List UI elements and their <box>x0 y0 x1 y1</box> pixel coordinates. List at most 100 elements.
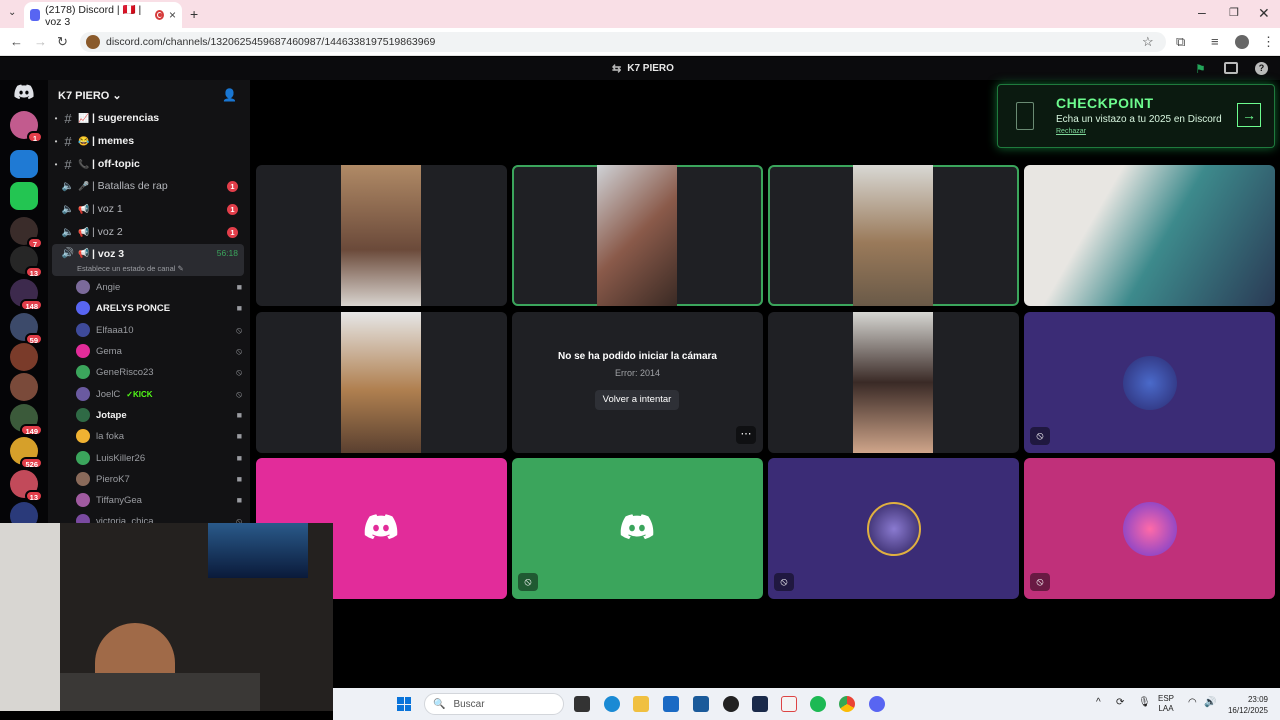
channel-item[interactable]: • # 😂 | memes <box>52 131 244 151</box>
banner-dismiss-link[interactable]: Rechazar <box>1056 128 1086 135</box>
voice-user[interactable]: JoelC ✓KICK ⦸ <box>76 384 242 404</box>
voice-tile[interactable]: ⦸ <box>512 458 763 599</box>
channel-item[interactable]: • # 📈 | sugerencias <box>52 108 244 128</box>
channel-emoji: 📈 <box>78 112 90 123</box>
server-icon[interactable] <box>10 182 38 210</box>
voice-user[interactable]: Elfaaa10 ⦸ <box>76 320 242 340</box>
chrome-icon[interactable] <box>839 696 855 712</box>
voice-user[interactable]: LuisKiller26 ■ <box>76 448 242 468</box>
inbox-icon[interactable] <box>1224 62 1238 74</box>
tray-chevron-up-icon[interactable]: ^ <box>1096 697 1101 708</box>
video-tile[interactable] <box>256 165 507 306</box>
voice-user[interactable]: TiffanyGea ■ <box>76 490 242 510</box>
voice-channel-item[interactable]: 🔈 📢 | voz 1 1 <box>52 199 244 219</box>
extensions-icon[interactable]: ⧉ <box>1176 34 1185 50</box>
voice-user[interactable]: Jotape ■ <box>76 405 242 425</box>
voice-tile[interactable]: ⦸ <box>1024 458 1275 599</box>
app-icon[interactable] <box>781 696 797 712</box>
voice-user[interactable]: Angie ■ <box>76 277 242 297</box>
retry-camera-button[interactable]: Volver a intentar <box>595 390 679 410</box>
clock[interactable]: 23:09 16/12/2025 <box>1224 694 1268 716</box>
add-friend-icon[interactable]: 👤 <box>222 88 237 102</box>
server-icon[interactable] <box>10 343 38 371</box>
discord-home-icon[interactable] <box>14 84 34 100</box>
arrow-right-icon[interactable]: → <box>1237 103 1261 127</box>
microphone-icon[interactable]: 🎙 <box>1138 697 1151 708</box>
channel-name: | memes <box>92 135 135 147</box>
browser-tab[interactable]: (2178) Discord | 🇵🇪 | voz 3 × <box>24 2 182 28</box>
help-icon[interactable]: ? <box>1255 62 1268 75</box>
voice-user[interactable]: la foka ■ <box>76 426 242 446</box>
server-icon[interactable]: 148 <box>10 279 43 311</box>
task-view-icon[interactable] <box>574 696 590 712</box>
minimize-button[interactable]: – <box>1198 4 1206 20</box>
tab-close-icon[interactable]: × <box>169 8 176 22</box>
server-icon[interactable]: 13 <box>10 470 43 502</box>
camera-error-tile[interactable]: No se ha podido iniciar la cámara Error:… <box>512 312 763 453</box>
voice-user[interactable]: PieroK7 ■ <box>76 469 242 489</box>
server-icon[interactable] <box>10 150 38 178</box>
store-icon[interactable] <box>663 696 679 712</box>
avatar <box>76 493 90 507</box>
video-tile[interactable] <box>256 312 507 453</box>
server-icon[interactable]: 149 <box>10 404 43 436</box>
reload-icon[interactable]: ↻ <box>57 34 68 50</box>
server-icon[interactable] <box>10 373 38 401</box>
video-tile[interactable] <box>768 312 1019 453</box>
address-bar[interactable]: discord.com/channels/1320625459687460987… <box>80 32 1166 52</box>
back-icon[interactable]: ← <box>10 34 23 49</box>
new-tab-button[interactable]: + <box>190 6 198 22</box>
voice-channel-item[interactable]: 🔈 📢 | voz 2 1 <box>52 222 244 242</box>
chrome-menu-icon[interactable]: ⋮ <box>1262 34 1275 50</box>
server-icon[interactable]: 59 <box>10 313 43 345</box>
channel-item[interactable]: • # 📞 | off-topic <box>52 154 244 174</box>
profile-avatar[interactable] <box>1235 35 1249 49</box>
close-window-button[interactable]: ✕ <box>1258 5 1270 22</box>
media-control-icon[interactable]: ≡ <box>1211 34 1219 49</box>
checkpoint-banner[interactable]: CHECKPOINT Echa un vistazo a tu 2025 en … <box>997 84 1275 148</box>
voice-user[interactable]: Gema ⦸ <box>76 341 242 361</box>
edge-icon[interactable] <box>604 696 620 712</box>
video-tile[interactable] <box>1024 165 1275 306</box>
quest-flag-icon[interactable]: ⚑ <box>1195 62 1206 76</box>
hash-icon: # <box>64 156 72 172</box>
voice-channel-item[interactable]: 🔈 🎤 | Batallas de rap 1 <box>52 176 244 196</box>
bookmark-star-icon[interactable]: ☆ <box>1142 34 1154 50</box>
speaker-icon: 🔈 <box>61 226 75 238</box>
server-icon[interactable]: 526 <box>10 437 43 469</box>
discord-taskbar-icon[interactable] <box>869 696 885 712</box>
clock-date: 16/12/2025 <box>1227 706 1268 715</box>
site-info-icon[interactable] <box>86 35 100 49</box>
steam-icon[interactable] <box>752 696 768 712</box>
more-options-button[interactable]: ⋯ <box>736 426 756 444</box>
voice-tile[interactable]: ⦸ <box>768 458 1019 599</box>
wifi-icon[interactable]: ◠ <box>1188 697 1197 708</box>
windows-start-icon[interactable] <box>397 697 411 711</box>
volume-icon[interactable]: 🔊 <box>1204 697 1216 708</box>
taskbar-search-box[interactable]: 🔍 Buscar <box>424 693 564 715</box>
participant-video <box>597 165 677 306</box>
voice-tile[interactable]: ⦸ <box>1024 312 1275 453</box>
outlook-icon[interactable] <box>693 696 709 712</box>
file-explorer-icon[interactable] <box>633 696 649 712</box>
server-icon[interactable]: 1 <box>10 111 43 143</box>
channel-status-button[interactable]: Establece un estado de canal ✎ <box>77 264 184 273</box>
language-indicator[interactable]: ESP LAA <box>1158 694 1174 714</box>
video-tile-speaking[interactable] <box>768 165 1019 306</box>
spotify-icon[interactable] <box>810 696 826 712</box>
search-icon: 🔍 <box>433 698 446 710</box>
maximize-button[interactable]: ❐ <box>1229 6 1239 19</box>
server-icon[interactable]: 7 <box>10 217 43 249</box>
tab-search-icon[interactable]: ⌄ <box>8 7 16 18</box>
video-tile-speaking[interactable] <box>512 165 763 306</box>
user-name: Elfaaa10 <box>96 324 134 336</box>
trophy-box-icon <box>1016 102 1034 130</box>
user-name: ARELYS PONCE <box>96 302 171 314</box>
sync-icon[interactable]: ⟳ <box>1116 697 1124 708</box>
server-name-header[interactable]: K7 PIERO ⌄ <box>58 89 122 102</box>
obs-icon[interactable] <box>723 696 739 712</box>
server-icon[interactable]: 13 <box>10 246 43 278</box>
voice-user[interactable]: GeneRisco23 ⦸ <box>76 362 242 382</box>
forward-icon[interactable]: → <box>34 34 47 49</box>
voice-user[interactable]: ARELYS PONCE ■ <box>76 298 242 318</box>
